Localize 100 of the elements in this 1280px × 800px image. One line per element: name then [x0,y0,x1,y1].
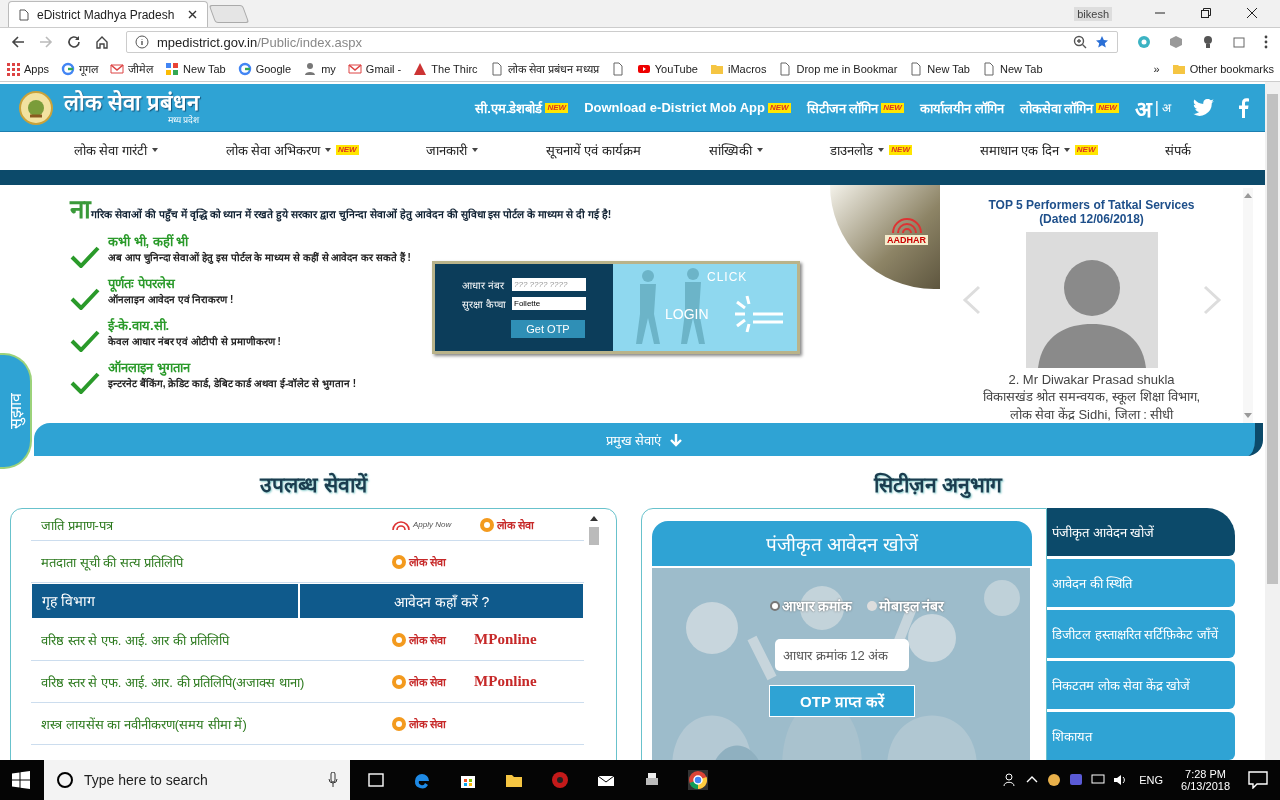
nav-item[interactable]: लोक सेवा गारंटी [73,141,159,159]
field-label: सुरक्षा कैप्चा [462,297,507,311]
emblem-icon [18,89,54,126]
new-badge: NEW [1074,145,1098,155]
chat-icon[interactable] [1069,772,1084,788]
twitter-icon[interactable] [1193,98,1215,117]
performer-name: 2. Mr Diwakar Prasad shukla [1008,372,1175,387]
close-icon [188,10,197,19]
facebook-icon[interactable] [1237,97,1249,118]
bookmark[interactable]: लोक सेवा प्रबंधन मध्यप्र [489,61,599,76]
page-icon [610,61,625,76]
chrome-icon[interactable] [688,770,708,790]
aadhaar-label: AADHAR [885,235,928,245]
lok-seva-logo: लोक सेवा [391,673,447,690]
address-bar[interactable]: mpedistrict.gov.in/Public/index.aspx [126,31,1118,53]
new-badge: NEW [335,145,359,155]
pointing-hand-icon [733,294,783,334]
language-indicator[interactable]: ENG [1139,774,1164,786]
bookmark[interactable]: YouTube [636,61,698,76]
feature-title: ऑनलाइन भुगतान [108,359,192,376]
speaker-icon[interactable] [1113,772,1128,788]
search-field[interactable]: Type here to search [44,760,350,800]
people-icon[interactable] [1003,772,1018,788]
section-heading: उपलब्ध सेवायें [258,471,369,498]
login-label: LOGIN [665,306,709,322]
nav-item[interactable]: संपर्क [1165,141,1192,159]
home-icon[interactable] [95,35,109,49]
menu-icon[interactable] [1264,35,1268,49]
triangle-icon [413,61,428,76]
service-link[interactable]: शस्त्र लायसेंस का नवीनीकरण(समय सीमा में) [31,708,391,739]
lok-seva-logo: लोक सेवा [391,553,447,570]
service-link[interactable]: जाति प्रमाण-पत्र [31,509,391,540]
scroll-thumb[interactable] [589,527,599,545]
cube-icon[interactable] [1168,34,1184,50]
performer-detail: लोक सेवा केंद्र Sidhi, जिला : सीधी [1009,406,1174,423]
captcha-field[interactable]: Follette [512,297,586,310]
more-bookmarks[interactable]: » [1153,62,1160,75]
radio-icon[interactable] [769,600,780,611]
nav-item[interactable]: लोक सेवा अभिकरण NEW [225,141,359,159]
bookmark[interactable]: Drop me in Bookmar [778,61,898,76]
feature-title: कभी भी, कहीं भी [108,233,190,250]
browser-tab[interactable]: eDistrict Madhya Pradesh [8,1,208,27]
back-icon[interactable] [11,35,25,49]
emblem-icon [391,631,407,648]
check-icon [70,246,100,268]
scrollbar[interactable] [1243,188,1253,423]
bookmark[interactable]: New Tab [981,61,1043,76]
new-badge: NEW [767,102,791,113]
nav-item[interactable]: जानकारी [426,141,479,159]
bookmark[interactable]: New Tab [909,61,970,76]
mail-icon [347,61,362,76]
star-icon[interactable] [1095,35,1109,49]
bookmark[interactable]: iMacros [709,61,767,76]
google-icon [61,61,76,76]
header-link[interactable]: सी.एम.डेशबोर्ड NEW [475,98,569,117]
bookmark[interactable]: Gmail - [347,61,402,76]
radio-icon[interactable] [866,600,877,611]
windows-icon[interactable] [12,771,30,789]
bookmark[interactable] [610,61,625,76]
aadhaar-number-field[interactable]: आधार क्रमांक 12 अंक [775,639,909,671]
avatar-icon [1025,232,1158,368]
aadhaar-field[interactable]: ??? ???? ???? [512,278,586,291]
nav-item[interactable]: सूचनायें एवं कार्यक्रम [545,141,642,159]
reload-icon[interactable] [67,35,81,49]
emblem-icon [479,516,496,533]
search-icon [56,771,74,789]
header-link[interactable]: लोकसेवा लॉगिन NEW [1019,98,1119,117]
site-title: लोक सेवा प्रबंधन [64,90,200,115]
bookmark[interactable]: Apps [6,61,50,76]
nav-item[interactable]: समाधान एक दिन NEW [979,141,1098,159]
notification-icon[interactable] [1248,771,1268,789]
zoom-icon[interactable] [1073,35,1087,49]
arrow-up-icon [590,515,598,521]
service-link[interactable]: वरिष्ठ स्तर से एफ. आई. आर. की प्रतिलिपि(अजाक्स थाना) [31,666,391,697]
intro-text: नागरिक सेवाओं की पहुँच में वृद्धि को ध्यान में रखते हुये सरकार द्वारा चुनिन्दा सेवाओं हेतु आवेदन की सुविधा इस पोर्टल के माध्यम से दी गई है! [70,193,613,226]
separator: | [1154,98,1159,117]
bookmark-folder[interactable]: Other bookmarks [1171,61,1274,76]
bookmark[interactable]: जीमेल [110,61,154,76]
service-link[interactable]: मतदाता सूची की सत्य प्रतिलिपि [31,546,391,577]
nav-item[interactable]: डाउनलोड NEW [830,141,912,159]
bookmark[interactable]: New Tab [165,61,226,76]
side-tab[interactable]: पंजीकृत आवेदन खोजें [1047,508,1235,556]
check-icon [70,288,100,310]
profile-name[interactable]: bikesh [1074,7,1112,21]
bookmark[interactable]: Google [237,61,292,76]
header-link[interactable]: सिटीजन लॉगिन NEW [806,98,904,117]
bookmark[interactable]: my [303,61,336,76]
scrollbar[interactable] [1265,82,1280,760]
clock[interactable]: 7:28 PM 6/13/2018 [1181,768,1230,792]
header-link[interactable]: Download e-District Mob App NEW [584,100,791,115]
service-link[interactable]: वरिष्ठ स्तर से एफ. आई. आर की प्रतिलिपि [31,624,391,655]
url-text: mpedistrict.gov.in/Public/index.aspx [157,34,362,50]
scroll-thumb[interactable] [1267,94,1278,584]
nav-item[interactable]: सांख्यिकी [708,141,763,159]
bookmark[interactable]: The Thirc [413,61,478,76]
task-view-icon[interactable] [366,770,386,790]
bookmark[interactable]: गूगल [61,61,99,76]
get-otp-button[interactable]: Get OTP [511,319,585,338]
mail-icon [110,61,125,76]
page-icon [489,61,504,76]
